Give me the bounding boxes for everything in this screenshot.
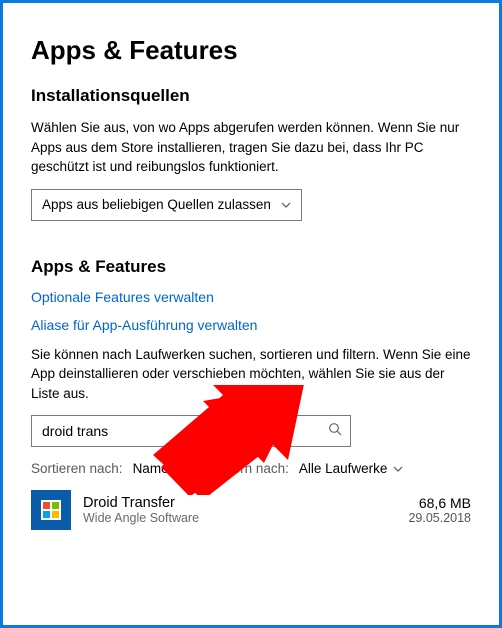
sort-by-control[interactable]: Sortieren nach: Name bbox=[31, 461, 185, 476]
app-list-item[interactable]: Droid Transfer Wide Angle Software 68,6 … bbox=[31, 490, 471, 530]
optional-features-link[interactable]: Optionale Features verwalten bbox=[31, 289, 214, 305]
chevron-down-icon bbox=[281, 200, 291, 210]
app-name: Droid Transfer bbox=[83, 495, 199, 511]
search-icon bbox=[328, 422, 342, 441]
install-sources-description: Wählen Sie aus, von wo Apps abgerufen we… bbox=[31, 118, 471, 177]
filter-by-label: Filtern nach: bbox=[215, 461, 289, 476]
chevron-down-icon bbox=[175, 464, 185, 474]
sort-by-value: Name bbox=[133, 461, 169, 476]
app-execution-aliases-link[interactable]: Aliase für App-Ausführung verwalten bbox=[31, 317, 257, 333]
chevron-down-icon bbox=[393, 464, 403, 474]
section-install-sources-title: Installationsquellen bbox=[31, 86, 471, 106]
page-title: Apps & Features bbox=[31, 35, 471, 66]
app-publisher: Wide Angle Software bbox=[83, 511, 199, 525]
section-apps-features-title: Apps & Features bbox=[31, 257, 471, 277]
app-size: 68,6 MB bbox=[408, 495, 471, 511]
install-sources-dropdown[interactable]: Apps aus beliebigen Quellen zulassen bbox=[31, 189, 302, 221]
install-sources-dropdown-value: Apps aus beliebigen Quellen zulassen bbox=[42, 197, 271, 212]
apps-list-description: Sie können nach Laufwerken suchen, sorti… bbox=[31, 345, 471, 404]
search-input[interactable] bbox=[40, 422, 328, 440]
filter-by-value: Alle Laufwerke bbox=[299, 461, 388, 476]
search-box[interactable] bbox=[31, 415, 351, 447]
filter-by-control[interactable]: Filtern nach: Alle Laufwerke bbox=[215, 461, 404, 476]
app-install-date: 29.05.2018 bbox=[408, 511, 471, 525]
app-icon bbox=[31, 490, 71, 530]
sort-by-label: Sortieren nach: bbox=[31, 461, 123, 476]
